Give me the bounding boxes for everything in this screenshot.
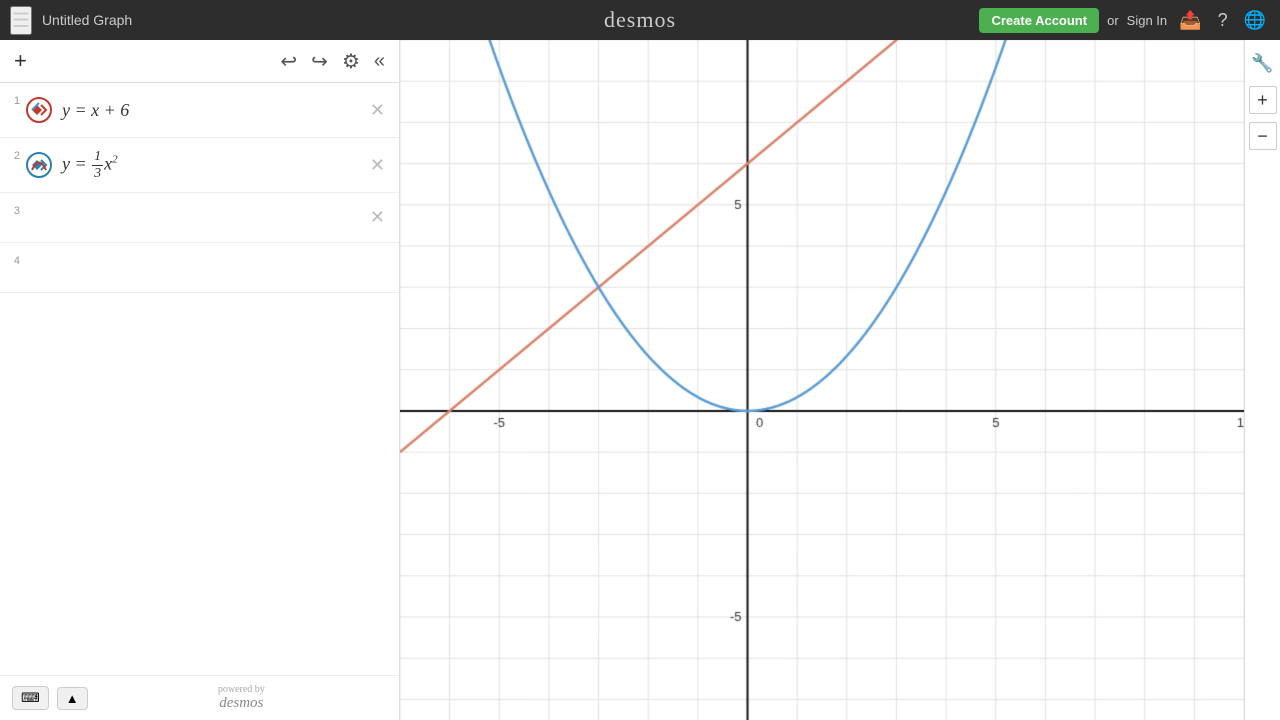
expr-close-3[interactable]: ✕ [366, 207, 389, 228]
expr-num-2: 2 [0, 146, 20, 162]
redo-button[interactable]: ↪ [307, 47, 332, 76]
zoom-in-button[interactable]: + [1249, 86, 1277, 114]
expr-formula-2[interactable]: y = 13x2 [62, 149, 366, 182]
expression-row-2: 2 y = 13x2 ✕ [0, 138, 399, 193]
collapse-panel-button[interactable]: « [370, 48, 389, 75]
desmos-logo: desmos [604, 7, 676, 33]
undo-button[interactable]: ↩ [276, 47, 301, 76]
expression-row-3[interactable]: 3 ✕ [0, 193, 399, 243]
create-account-button[interactable]: Create Account [979, 8, 1099, 33]
footer-logo: powered by desmos [96, 684, 387, 712]
graph-canvas [400, 40, 1244, 720]
expr-icon-2 [24, 150, 54, 180]
powered-by-text: powered by [96, 684, 387, 695]
add-expression-button[interactable]: + [10, 46, 31, 76]
menu-button[interactable]: ☰ [10, 6, 32, 35]
settings-button[interactable]: ⚙ [338, 47, 364, 76]
header: ☰ Untitled Graph desmos Create Account o… [0, 0, 1280, 40]
wrench-button[interactable]: 🔧 [1248, 48, 1278, 78]
expand-button[interactable]: ▲ [57, 687, 88, 710]
zoom-out-button[interactable]: − [1249, 122, 1277, 150]
help-icon[interactable]: ? [1214, 8, 1232, 33]
header-actions: Create Account or Sign In 📤 ? 🌐 [979, 8, 1270, 33]
expression-panel: + ↩ ↪ ⚙ « 1 y = x + 6 ✕ 2 [0, 40, 400, 720]
main-layout: + ↩ ↪ ⚙ « 1 y = x + 6 ✕ 2 [0, 40, 1280, 720]
right-toolbar: 🔧 + − [1244, 40, 1280, 720]
expr-num-3: 3 [0, 201, 20, 217]
expression-toolbar: + ↩ ↪ ⚙ « [0, 40, 399, 83]
panel-footer: ⌨ ▲ powered by desmos [0, 675, 399, 720]
sign-in-button[interactable]: Sign In [1127, 13, 1167, 28]
graph-title: Untitled Graph [42, 12, 980, 28]
expr-num-4: 4 [0, 251, 20, 267]
or-text: or [1107, 13, 1119, 28]
share-icon[interactable]: 📤 [1175, 8, 1205, 33]
keyboard-button[interactable]: ⌨ [12, 686, 49, 710]
expression-row-4[interactable]: 4 [0, 243, 399, 293]
expr-close-2[interactable]: ✕ [366, 155, 389, 176]
expr-icon-1 [24, 95, 54, 125]
expr-num-1: 1 [0, 91, 20, 107]
expression-row-1: 1 y = x + 6 ✕ [0, 83, 399, 138]
expr-formula-1[interactable]: y = x + 6 [62, 100, 366, 121]
graph-area[interactable] [400, 40, 1244, 720]
language-icon[interactable]: 🌐 [1240, 8, 1270, 33]
expr-close-1[interactable]: ✕ [366, 100, 389, 121]
footer-desmos-logo: desmos [96, 695, 387, 712]
